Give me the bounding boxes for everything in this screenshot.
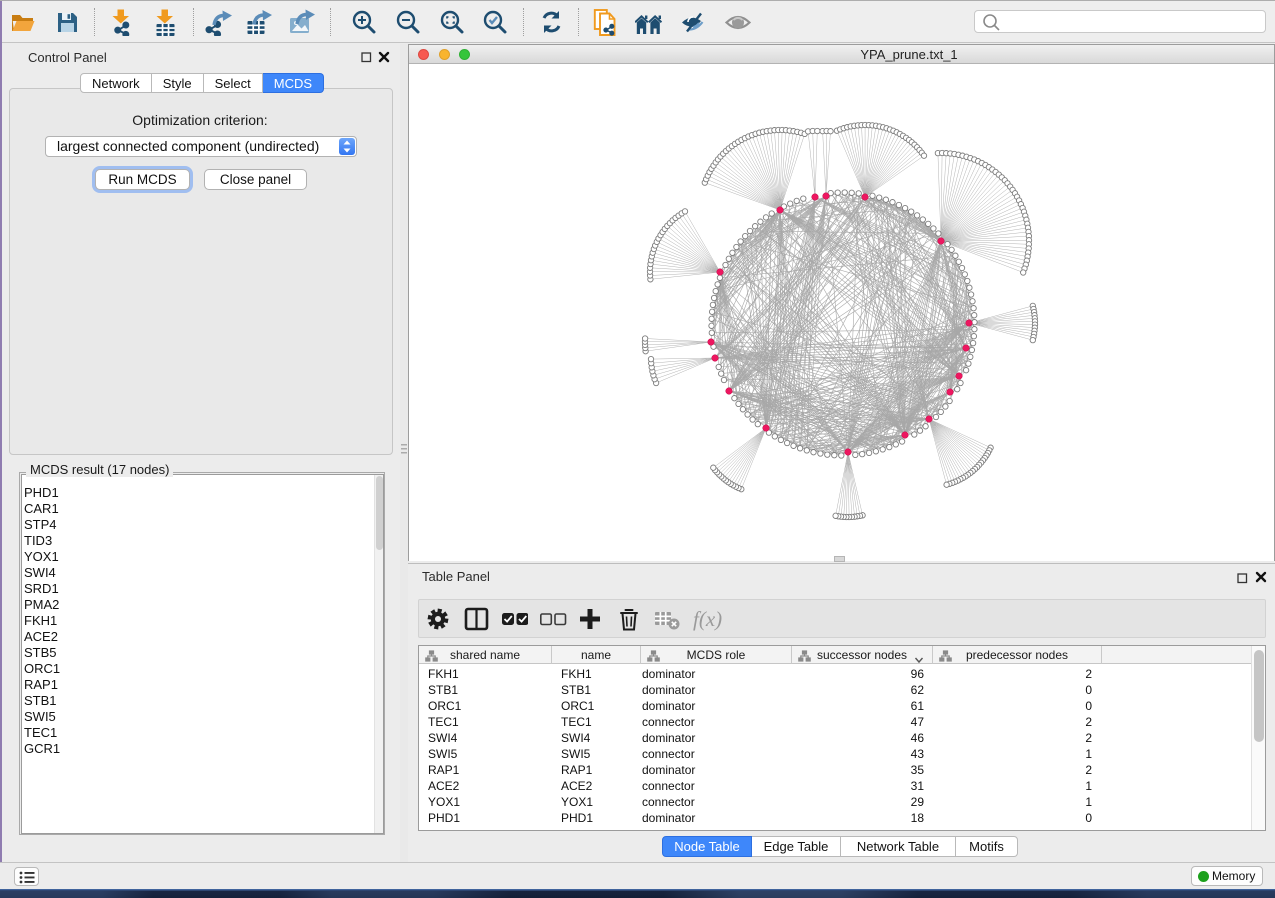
- svg-text:f(x): f(x): [693, 607, 722, 631]
